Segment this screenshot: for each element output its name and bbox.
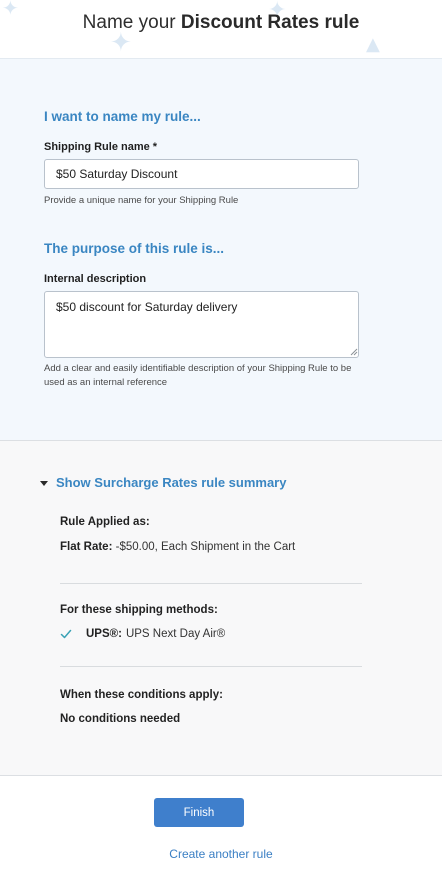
internal-description-label: Internal description — [44, 273, 147, 285]
resize-grip-icon[interactable] — [350, 348, 358, 356]
page-header: ✦ ✦ ✦ ▲ Name your Discount Rates rule — [0, 0, 442, 58]
summary-toggle-label: Show Surcharge Rates rule summary — [56, 475, 287, 490]
caret-down-icon — [40, 480, 48, 486]
rule-summary-panel: Show Surcharge Rates rule summary Rule A… — [0, 440, 442, 776]
page-title: Name your Discount Rates rule — [0, 12, 442, 34]
shipping-method-item: UPS®: UPS Next Day Air® — [60, 628, 225, 640]
rule-form-panel: I want to name my rule... Shipping Rule … — [0, 58, 442, 440]
shipping-method-name: UPS Next Day Air® — [125, 628, 226, 640]
internal-description-textarea[interactable]: $50 discount for Saturday delivery — [44, 291, 359, 358]
summary-divider — [60, 666, 362, 667]
summary-divider — [60, 583, 362, 584]
rule-name-label: Shipping Rule name * — [44, 141, 158, 153]
purpose-section-heading: The purpose of this rule is... — [44, 241, 225, 256]
rule-name-input[interactable] — [44, 159, 359, 189]
summary-toggle[interactable]: Show Surcharge Rates rule summary — [40, 475, 286, 490]
flat-rate-label: Flat Rate: — [60, 541, 113, 553]
create-another-rule-link[interactable]: Create another rule — [0, 847, 442, 861]
flat-rate-value: -$50.00, Each Shipment in the Cart — [115, 541, 296, 553]
flat-rate-line: Flat Rate: -$50.00, Each Shipment in the… — [60, 541, 295, 553]
conditions-value: No conditions needed — [60, 713, 181, 725]
internal-description-helper: Add a clear and easily identifiable desc… — [44, 363, 352, 388]
shipping-methods-heading: For these shipping methods: — [60, 604, 218, 616]
rule-applied-heading: Rule Applied as: — [60, 516, 150, 528]
triangle-decoration-icon: ▲ — [366, 34, 380, 55]
name-section-heading: I want to name my rule... — [44, 109, 201, 124]
rule-name-helper: Provide a unique name for your Shipping … — [44, 195, 239, 206]
conditions-heading: When these conditions apply: — [60, 689, 223, 701]
shipping-method-carrier: UPS®: — [86, 628, 122, 640]
finish-button[interactable]: Finish — [154, 798, 244, 827]
check-icon — [60, 629, 72, 639]
page-title-rule-type: Discount Rates rule — [180, 12, 360, 33]
page-title-prefix: Name your — [82, 12, 176, 33]
